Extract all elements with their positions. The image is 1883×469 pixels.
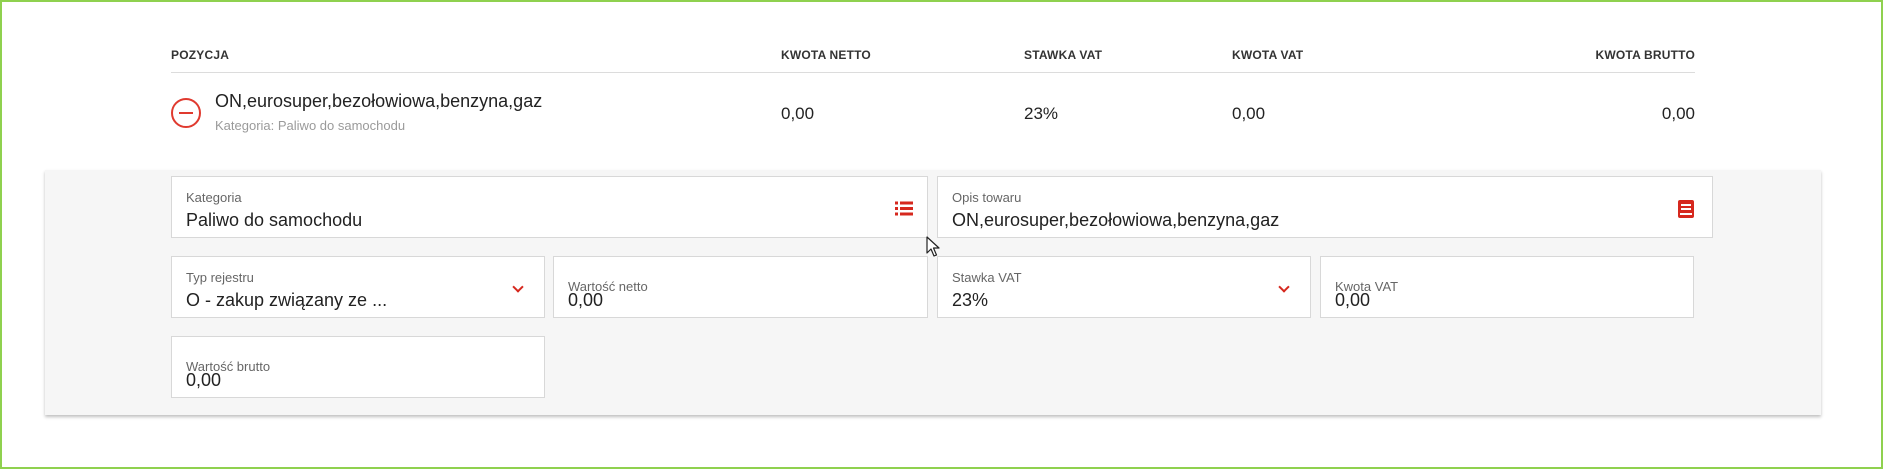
row-kwota-netto: 0,00	[781, 104, 815, 123]
typ-rejestru-label: Typ rejestru	[186, 270, 254, 285]
kategoria-field[interactable]: Kategoria Paliwo do samochodu	[171, 176, 928, 238]
row-kwota-vat: 0,00	[1232, 104, 1266, 123]
stawka-vat-label: Stawka VAT	[952, 270, 1022, 285]
wartosc-netto-value: 0,00	[568, 290, 604, 310]
row-kwota-brutto: 0,00	[1661, 104, 1695, 123]
kwota-vat-field[interactable]: Kwota VAT 0,00	[1320, 256, 1694, 318]
kategoria-label: Kategoria	[186, 190, 242, 205]
stawka-vat-value: 23%	[952, 290, 989, 310]
header-pozycja: POZYCJA	[171, 48, 230, 62]
wartosc-netto-field[interactable]: Wartość netto 0,00	[553, 256, 928, 318]
stawka-vat-select[interactable]: Stawka VAT 23%	[937, 256, 1311, 318]
book-icon[interactable]	[1678, 200, 1694, 218]
header-stawka-vat: STAWKA VAT	[1024, 48, 1103, 62]
wartosc-brutto-field[interactable]: Wartość brutto 0,00	[171, 336, 545, 398]
kwota-vat-value: 0,00	[1335, 290, 1371, 310]
header-kwota-brutto: KWOTA BRUTTO	[1595, 48, 1695, 62]
edit-panel: Kategoria Paliwo do samochodu Opis towar…	[45, 170, 1821, 415]
chevron-down-icon[interactable]	[1278, 281, 1290, 293]
chevron-down-icon[interactable]	[512, 281, 524, 293]
opis-towaru-value: ON,eurosuper,bezołowiowa,benzyna,gaz	[952, 210, 1280, 230]
minus-circle-icon[interactable]	[171, 98, 201, 128]
item-category: Kategoria: Paliwo do samochodu	[215, 118, 406, 133]
mouse-cursor-icon	[926, 236, 940, 257]
row-stawka-vat: 23%	[1024, 104, 1059, 123]
table-header: POZYCJA KWOTA NETTO STAWKA VAT KWOTA VAT…	[171, 40, 1695, 73]
typ-rejestru-value: O - zakup związany ze ...	[186, 290, 388, 310]
opis-towaru-field[interactable]: Opis towaru ON,eurosuper,bezołowiowa,ben…	[937, 176, 1713, 238]
typ-rejestru-select[interactable]: Typ rejestru O - zakup związany ze ...	[171, 256, 545, 318]
list-icon[interactable]	[895, 201, 913, 216]
item-name: ON,eurosuper,bezołowiowa,benzyna,gaz	[215, 91, 543, 111]
header-kwota-vat: KWOTA VAT	[1232, 48, 1304, 62]
opis-towaru-label: Opis towaru	[952, 190, 1022, 205]
wartosc-brutto-value: 0,00	[186, 370, 222, 390]
header-kwota-netto: KWOTA NETTO	[781, 48, 871, 62]
kategoria-value: Paliwo do samochodu	[186, 210, 363, 230]
table-row: ON,eurosuper,bezołowiowa,benzyna,gaz Kat…	[171, 74, 1695, 154]
